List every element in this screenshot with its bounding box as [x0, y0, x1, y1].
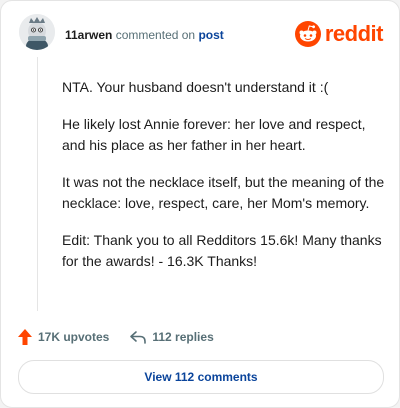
username-link[interactable]: 11arwen — [65, 28, 112, 42]
reply-arrow-icon — [130, 331, 147, 344]
reddit-logo[interactable]: reddit — [294, 21, 384, 47]
upvote-count: 17K upvotes — [38, 330, 110, 344]
comment-paragraph: It was not the necklace itself, but the … — [62, 174, 385, 211]
view-comments-button[interactable]: View 112 comments — [18, 360, 384, 394]
avatar-image — [19, 14, 55, 50]
comment-actions: 17K upvotes 112 replies — [17, 328, 214, 346]
reply-count: 112 replies — [152, 330, 214, 344]
action-text: commented on — [115, 28, 196, 42]
reddit-snoo-icon — [294, 21, 321, 47]
post-link[interactable]: post — [198, 28, 223, 42]
avatar[interactable] — [19, 14, 55, 50]
replies-button[interactable]: 112 replies — [129, 330, 214, 344]
comment-header: 11arwen commented on post — [65, 28, 224, 42]
reddit-wordmark: reddit — [324, 21, 384, 46]
thread-line[interactable] — [37, 57, 38, 311]
comment-card: 11arwen commented on post reddit NTA. Yo… — [0, 0, 400, 408]
comment-paragraph: Edit: Thank you to all Redditors 15.6k! … — [62, 232, 382, 269]
upvote-button[interactable]: 17K upvotes — [17, 328, 109, 346]
comment-body: NTA. Your husband doesn't understand it … — [62, 77, 392, 288]
comment-paragraph: He likely lost Annie forever: her love a… — [62, 116, 366, 153]
upvote-arrow-icon — [18, 329, 32, 345]
comment-paragraph: NTA. Your husband doesn't understand it … — [62, 79, 329, 95]
